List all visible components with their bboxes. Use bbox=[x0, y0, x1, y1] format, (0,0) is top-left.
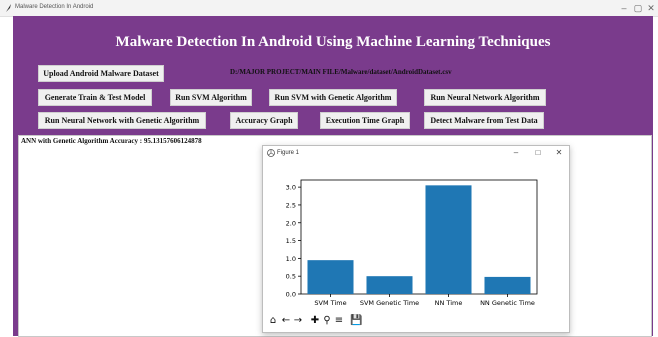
window-titlebar: Malware Detection In Android – ▢ ✕ bbox=[0, 0, 658, 17]
run-nn-button[interactable]: Run Neural Network Algorithm bbox=[424, 89, 546, 106]
page-title: Malware Detection In Android Using Machi… bbox=[115, 34, 551, 50]
matplotlib-icon bbox=[267, 149, 275, 157]
feather-icon bbox=[6, 4, 11, 12]
figure-titlebar: Figure 1 – □ ✕ bbox=[263, 146, 569, 162]
y-tick-label: 2.0 bbox=[286, 219, 296, 227]
y-tick-label: 0.5 bbox=[286, 273, 296, 281]
bar bbox=[484, 276, 531, 294]
configure-icon[interactable]: ≡ bbox=[333, 314, 345, 327]
minimize-button[interactable]: – bbox=[617, 1, 631, 15]
upload-dataset-button[interactable]: Upload Android Malware Dataset bbox=[38, 65, 164, 82]
figure-maximize-button[interactable]: □ bbox=[531, 148, 545, 157]
accuracy-graph-button[interactable]: Accuracy Graph bbox=[230, 112, 298, 129]
pan-icon[interactable]: ✚ bbox=[309, 314, 321, 327]
close-button[interactable]: ✕ bbox=[644, 1, 658, 15]
y-tick-label: 1.5 bbox=[286, 237, 296, 245]
output-text: ANN with Genetic Algorithm Accuracy : 95… bbox=[21, 137, 202, 145]
figure-toolbar: ⌂ ← → ✚ ⚲ ≡ 💾 bbox=[267, 314, 387, 328]
x-tick-label: NN Genetic Time bbox=[480, 299, 535, 307]
figure-minimize-button[interactable]: – bbox=[509, 148, 523, 157]
bar bbox=[366, 276, 413, 294]
dataset-path-label: D:/MAJOR PROJECT/MAIN FILE/Malware/datas… bbox=[230, 68, 452, 76]
figure-window: Figure 1 – □ ✕ 0.0 0.5 1.0 1.5 2.0 2.5 3.0 SVM … bbox=[262, 145, 570, 333]
generate-model-button[interactable]: Generate Train & Test Model bbox=[38, 89, 152, 106]
y-tick-label: 2.5 bbox=[286, 201, 296, 209]
x-tick-label: SVM Genetic Time bbox=[360, 299, 419, 307]
zoom-icon[interactable]: ⚲ bbox=[321, 314, 333, 327]
y-tick-label: 3.0 bbox=[286, 184, 296, 192]
home-icon[interactable]: ⌂ bbox=[267, 314, 279, 327]
x-tick-label: SVM Time bbox=[314, 299, 346, 307]
window-title: Malware Detection In Android bbox=[15, 4, 94, 10]
back-icon[interactable]: ← bbox=[280, 314, 292, 327]
figure-close-button[interactable]: ✕ bbox=[552, 148, 566, 157]
execution-time-graph-button[interactable]: Execution Time Graph bbox=[320, 112, 410, 129]
forward-icon[interactable]: → bbox=[292, 314, 304, 327]
bar bbox=[307, 260, 354, 294]
run-nn-ga-button[interactable]: Run Neural Network with Genetic Algorith… bbox=[38, 112, 206, 129]
y-tick-label: 1.0 bbox=[286, 255, 296, 263]
y-tick-label: 0.0 bbox=[286, 291, 296, 299]
x-tick-label: NN Time bbox=[435, 299, 463, 307]
detect-malware-button[interactable]: Detect Malware from Test Data bbox=[424, 112, 544, 129]
figure-title: Figure 1 bbox=[277, 150, 300, 156]
bar-chart: 0.0 0.5 1.0 1.5 2.0 2.5 3.0 SVM Time SVM Genetic… bbox=[286, 179, 538, 307]
maximize-button[interactable]: ▢ bbox=[631, 1, 645, 15]
run-svm-ga-button[interactable]: Run SVM with Genetic Algorithm bbox=[269, 89, 397, 106]
bar bbox=[425, 185, 472, 294]
save-icon[interactable]: 💾 bbox=[350, 314, 362, 327]
run-svm-button[interactable]: Run SVM Algorithm bbox=[170, 89, 252, 106]
